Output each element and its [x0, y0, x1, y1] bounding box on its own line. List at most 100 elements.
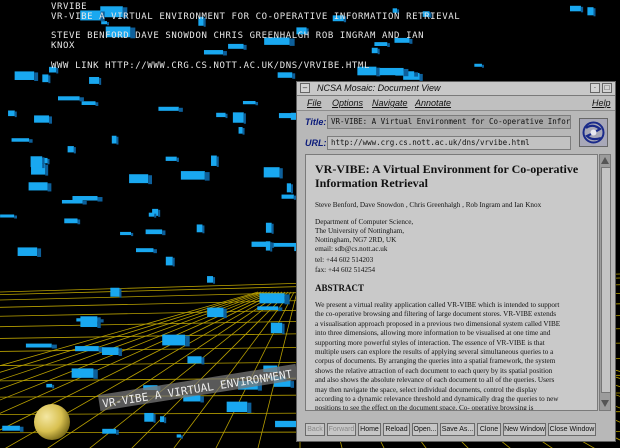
- abstract-line: positions to see the effect on the docum…: [315, 404, 534, 411]
- document-scrollbar[interactable]: [599, 154, 611, 411]
- url-field[interactable]: http://www.crg.cs.nott.ac.uk/dns/vrvibe.…: [327, 136, 571, 150]
- abstract-line: according to a dynamic relevance thresho…: [315, 395, 559, 403]
- button-bar: Back Forward Home Reload Open... Save As…: [297, 420, 615, 440]
- document-block: [64, 218, 81, 225]
- window-menu-button[interactable]: –: [300, 83, 310, 93]
- document-block: [379, 67, 409, 77]
- abstract-heading: ABSTRACT: [315, 283, 365, 293]
- document-block: [144, 412, 156, 423]
- document-block: [216, 112, 228, 119]
- scroll-thumb[interactable]: [601, 167, 611, 393]
- world-heading-3: STEVE BENFORD DAVE SNOWDON CHRIS GREENHA…: [51, 31, 425, 41]
- document-block: [110, 287, 122, 298]
- ncsa-globe-icon[interactable]: [579, 118, 608, 147]
- query-sphere: [34, 404, 70, 440]
- document-block: [277, 72, 296, 79]
- menu-help[interactable]: Help: [592, 98, 611, 108]
- abstract-line: the co-operative browsing and filtering …: [315, 310, 557, 319]
- document-block: [242, 100, 259, 106]
- document-block: [265, 222, 274, 234]
- scroll-up-arrow[interactable]: [601, 157, 609, 164]
- document-block: [120, 231, 134, 237]
- menu-options[interactable]: Options: [332, 98, 363, 108]
- document-block: [207, 276, 216, 284]
- document-block: [34, 115, 52, 124]
- document-block: [281, 194, 297, 200]
- document-block: [57, 96, 84, 102]
- document-block: [587, 7, 596, 17]
- home-button[interactable]: Home: [358, 423, 381, 436]
- document-block: [145, 229, 166, 236]
- forward-button[interactable]: Forward: [327, 423, 356, 436]
- document-block: [17, 247, 42, 257]
- reload-button[interactable]: Reload: [383, 423, 410, 436]
- document-block: [232, 112, 246, 124]
- menu-annotate[interactable]: Annotate: [415, 98, 451, 108]
- menu-bar: File Options Navigate Annotate Help: [297, 96, 615, 111]
- world-heading-1: VRVIBE: [51, 2, 88, 12]
- grid-line: [89, 291, 286, 448]
- document-block: [187, 356, 205, 365]
- scroll-down-arrow[interactable]: [601, 400, 609, 407]
- address-line: Department of Computer Science,: [315, 218, 414, 226]
- abstract-line: and also shows the absolute relevance of…: [315, 376, 555, 385]
- document-block: [81, 101, 99, 106]
- document-block: [203, 50, 227, 56]
- document-block: [160, 416, 167, 424]
- document-block: [67, 146, 76, 154]
- abstract-line: multiple users can explore the results o…: [315, 348, 554, 356]
- clone-button[interactable]: Clone: [477, 423, 501, 436]
- menu-navigate[interactable]: Navigate: [372, 98, 408, 108]
- document-block: [474, 63, 484, 68]
- open-button[interactable]: Open...: [412, 423, 438, 436]
- document-block: [71, 368, 98, 379]
- abstract-line: shows the relative attraction of each do…: [315, 366, 553, 375]
- abstract-line: may then navigate the space, select indi…: [315, 385, 537, 394]
- address-tel: tel: +44 602 514203: [315, 256, 374, 264]
- document-block: [89, 76, 102, 85]
- world-heading-4: KNOX: [51, 41, 76, 51]
- save-as-button[interactable]: Save As...: [440, 423, 475, 436]
- minimize-button[interactable]: ·: [590, 83, 600, 93]
- mosaic-document-window: – NCSA Mosaic: Document View · □ File Op…: [296, 81, 616, 442]
- document-block: [11, 138, 33, 143]
- address-line: Nottingham, NG7 2RD, UK: [315, 236, 397, 244]
- document-block: [2, 425, 24, 432]
- url-label: URL:: [305, 138, 327, 148]
- floor-banner-text: VR-VIBE A VIRTUAL ENVIRONMENT FOR: [101, 363, 319, 410]
- document-authors: Steve Benford, Dave Snowdon , Chris Gree…: [315, 201, 542, 209]
- document-view[interactable]: VR-VIBE: A Virtual Environment for Co-op…: [305, 154, 598, 411]
- document-heading: VR-VIBE: A Virtual Environment for Co-op…: [315, 162, 579, 190]
- abstract-line: a visualisation approach proposed in a p…: [315, 319, 561, 328]
- close-window-button[interactable]: Close Window: [548, 423, 596, 436]
- new-window-button[interactable]: New Window: [503, 423, 546, 436]
- window-titlebar[interactable]: – NCSA Mosaic: Document View · □: [297, 82, 615, 96]
- menu-file[interactable]: File: [307, 98, 322, 108]
- world-heading-2: VR-VIBE A VIRTUAL ENVIRONMENT FOR CO-OPE…: [51, 12, 461, 22]
- document-block: [371, 47, 380, 55]
- document-block: [196, 224, 205, 234]
- document-block: [207, 307, 227, 319]
- world-heading-5: WWW LINK HTTP://WWW.CRG.CS.NOTT.AC.UK/DN…: [51, 61, 370, 71]
- document-block: [25, 343, 57, 349]
- document-block: [8, 110, 17, 118]
- document-block: [129, 174, 153, 185]
- address-line: The University of Nottingham,: [315, 227, 405, 235]
- document-block: [102, 428, 119, 435]
- document-block: [211, 155, 219, 167]
- document-block: [180, 171, 210, 181]
- address-fax: fax: +44 602 514254: [315, 266, 376, 274]
- document-block: [270, 322, 285, 335]
- document-block: [176, 434, 183, 439]
- document-block: [80, 316, 101, 329]
- title-field[interactable]: VR-VIBE: A Virtual Environment for Co-op…: [327, 115, 571, 129]
- document-block: [162, 334, 190, 347]
- document-block: [0, 214, 17, 219]
- document-block: [569, 5, 584, 13]
- document-block: [286, 183, 294, 194]
- back-button[interactable]: Back: [305, 423, 325, 436]
- maximize-button[interactable]: □: [602, 83, 612, 93]
- document-block: [111, 135, 119, 145]
- document-block: [158, 106, 183, 112]
- document-block: [265, 241, 273, 252]
